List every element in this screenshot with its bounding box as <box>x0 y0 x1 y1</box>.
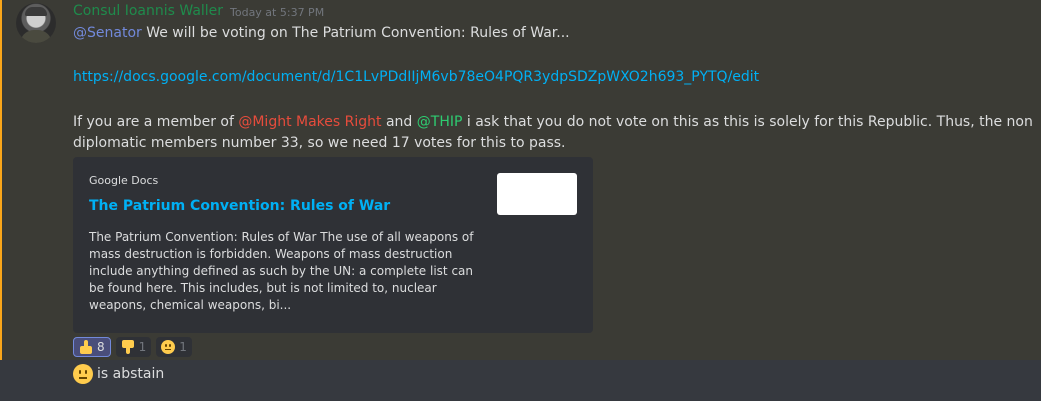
avatar-cap <box>25 7 47 16</box>
reaction-count: 8 <box>97 340 105 354</box>
message-text: and <box>381 114 417 130</box>
neutral-face-icon <box>73 364 93 384</box>
mention-senator[interactable]: @Senator <box>73 25 142 41</box>
mention-might-makes-right[interactable]: @Might Makes Right <box>238 114 381 130</box>
message-followup: is abstain <box>73 364 164 384</box>
message-line-4: diplomatic members number 33, so we need… <box>73 135 566 151</box>
embed-thumbnail[interactable] <box>497 173 577 215</box>
reaction-thumbs-up[interactable]: 8 <box>73 337 111 357</box>
reaction-thumbs-down[interactable]: 1 <box>115 337 152 357</box>
message-line-1: @Senator We will be voting on The Patriu… <box>73 23 570 43</box>
mention-highlight-bar <box>0 0 2 360</box>
reaction-neutral-face[interactable]: 1 <box>156 337 192 357</box>
link-embed: Google Docs The Patrium Convention: Rule… <box>73 157 593 333</box>
message-text: We will be voting on The Patrium Convent… <box>141 25 570 41</box>
message-line-2: https://docs.google.com/document/d/1C1Lv… <box>73 67 759 87</box>
author-name[interactable]: Consul Ioannis Waller <box>73 3 223 19</box>
thumbs-down-icon <box>121 340 135 354</box>
reactions-bar: 8 1 1 <box>73 337 192 357</box>
avatar[interactable] <box>16 3 56 43</box>
embed-description: The Patrium Convention: Rules of War The… <box>89 230 474 312</box>
reaction-count: 1 <box>179 340 187 354</box>
message-text: is abstain <box>97 366 165 382</box>
message-text: If you are a member of <box>73 114 239 130</box>
timestamp: Today at 5:37 PM <box>230 6 325 19</box>
thumbs-up-icon <box>79 340 93 354</box>
reaction-count: 1 <box>138 340 147 354</box>
embed-provider: Google Docs <box>89 174 159 187</box>
embed-title[interactable]: The Patrium Convention: Rules of War <box>89 198 390 214</box>
neutral-face-icon <box>161 340 176 354</box>
message-text: i ask that you do not vote on this as th… <box>462 114 1033 130</box>
document-link[interactable]: https://docs.google.com/document/d/1C1Lv… <box>73 69 759 85</box>
message-line-3: If you are a member of @Might Makes Righ… <box>73 112 1033 132</box>
avatar-coat <box>20 30 52 43</box>
mention-thip[interactable]: @THIP <box>417 114 463 130</box>
message-highlighted: Consul Ioannis Waller Today at 5:37 PM @… <box>0 0 1041 360</box>
